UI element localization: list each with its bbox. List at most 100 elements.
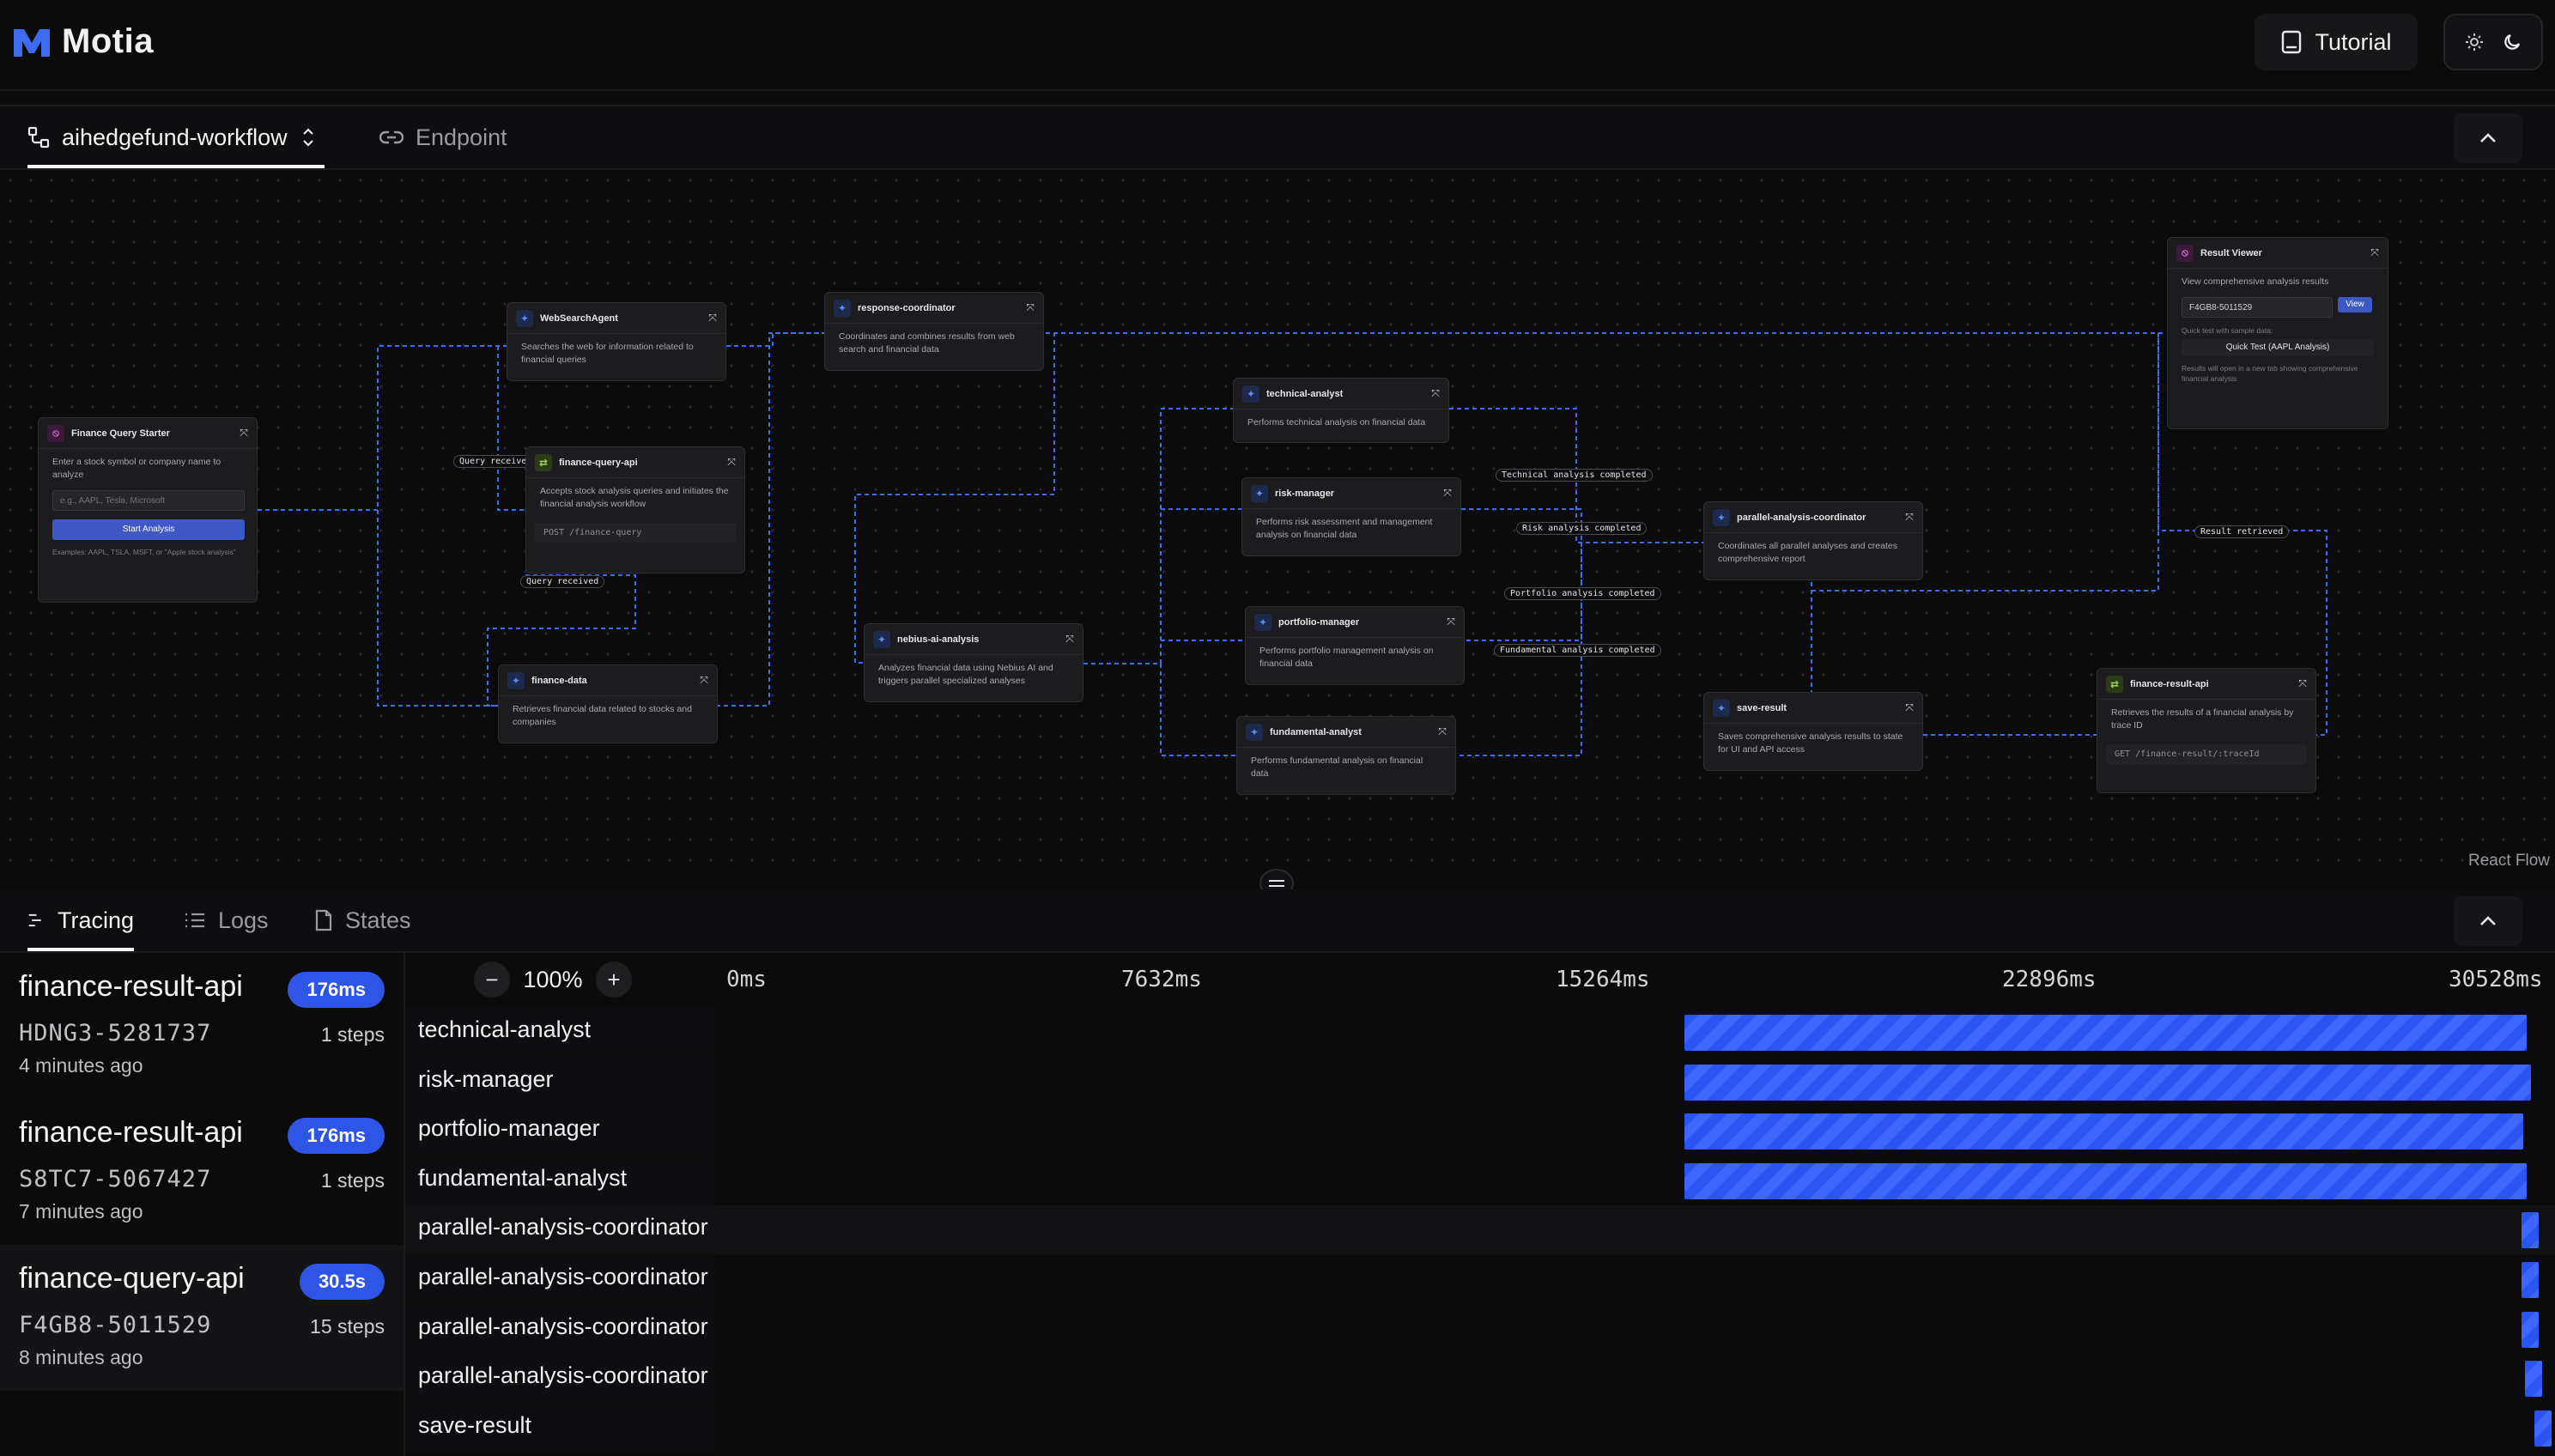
- start-analysis-button[interactable]: Start Analysis: [52, 519, 245, 540]
- node-fundamental-analyst[interactable]: ✦ fundamental-analyst ⤧ Performs fundamen…: [1236, 716, 1456, 795]
- tracing-label: Tracing: [57, 907, 134, 933]
- node-portfolio-manager[interactable]: ✦ portfolio-manager ⤧ Performs portfolio …: [1245, 606, 1465, 685]
- moon-icon[interactable]: [2502, 32, 2522, 52]
- collapse-bottom-panel-button[interactable]: [2454, 896, 2522, 946]
- minus-icon: −: [485, 966, 499, 992]
- node-finance-query-api[interactable]: ⇄ finance-query-api ⤧ Accepts stock analy…: [525, 446, 745, 573]
- trace-timestamp: 8 minutes ago: [19, 1346, 143, 1368]
- trace-timestamp: 7 minutes ago: [19, 1200, 143, 1222]
- expand-icon[interactable]: ⤧: [2369, 246, 2381, 258]
- flow-tabs: aihedgefund-workflow Endpoint: [0, 106, 2555, 170]
- expand-icon[interactable]: ⤧: [1445, 616, 1457, 628]
- timeline-row[interactable]: save-result: [405, 1404, 2555, 1453]
- expand-icon[interactable]: ⤧: [238, 427, 250, 439]
- noop-icon: ⦸: [2176, 244, 2194, 262]
- sun-icon[interactable]: [2464, 32, 2485, 52]
- expand-icon[interactable]: ⤧: [1903, 701, 1915, 713]
- zoom-in-button[interactable]: +: [596, 962, 632, 998]
- trace-item-selected[interactable]: finance-query-api 30.5s F4GB8-5011529 15…: [0, 1245, 404, 1391]
- expand-icon[interactable]: ⤧: [1064, 633, 1076, 645]
- tab-logs[interactable]: Logs: [184, 889, 269, 951]
- node-title: parallel-analysis-coordinator: [1737, 512, 1866, 523]
- timeline-row[interactable]: parallel-analysis-coordinator: [405, 1205, 2555, 1254]
- node-finance-result-api[interactable]: ⇄ finance-result-api ⤧ Retrieves the resu…: [2097, 668, 2316, 793]
- node-title: portfolio-manager: [1278, 616, 1360, 628]
- node-description: Coordinates all parallel analyses and cr…: [1718, 541, 1897, 564]
- chevron-up-icon: [2480, 133, 2496, 143]
- step-bar[interactable]: [2534, 1410, 2552, 1447]
- node-description: Enter a stock symbol or company name to …: [52, 457, 222, 480]
- tab-endpoint[interactable]: Endpoint: [379, 106, 517, 168]
- book-icon: [2282, 30, 2302, 54]
- expand-icon[interactable]: ⤧: [1024, 301, 1036, 313]
- trace-item[interactable]: finance-result-api 176ms S8TC7-5067427 1…: [0, 1099, 404, 1245]
- quick-test-button[interactable]: Quick Test (AAPL Analysis): [2182, 339, 2374, 356]
- tutorial-button[interactable]: Tutorial: [2255, 14, 2418, 70]
- step-name: portfolio-manager: [418, 1115, 600, 1141]
- trace-steps: 15 steps: [310, 1315, 385, 1338]
- expand-icon[interactable]: ⤧: [2297, 677, 2309, 689]
- timeline-row[interactable]: parallel-analysis-coordinator: [405, 1305, 2555, 1354]
- motia-logo[interactable]: Motia: [12, 22, 154, 61]
- expand-icon[interactable]: ⤧: [1429, 387, 1441, 399]
- timeline-row[interactable]: portfolio-manager: [405, 1107, 2555, 1156]
- step-bar[interactable]: [2522, 1212, 2540, 1248]
- stock-symbol-input[interactable]: [52, 490, 245, 511]
- timeline-row[interactable]: parallel-analysis-coordinator: [405, 1255, 2555, 1304]
- node-risk-manager[interactable]: ✦ risk-manager ⤧ Performs risk assessment…: [1241, 477, 1461, 556]
- step-bar[interactable]: [2522, 1312, 2540, 1348]
- step-bar[interactable]: [1684, 1065, 2531, 1101]
- timeline-row[interactable]: fundamental-analyst: [405, 1156, 2555, 1205]
- event-icon: ✦: [834, 299, 851, 317]
- step-bar[interactable]: [1684, 1015, 2528, 1051]
- node-technical-analyst[interactable]: ✦ technical-analyst ⤧ Performs technical …: [1233, 378, 1449, 443]
- timeline-row[interactable]: parallel-analysis-coordinator: [405, 1354, 2555, 1403]
- node-result-viewer[interactable]: ⦸ Result Viewer ⤧ View comprehensive anal…: [2167, 237, 2388, 429]
- flow-canvas[interactable]: Query received Query received Technical …: [0, 170, 2555, 876]
- trace-id: S8TC7-5067427: [19, 1166, 212, 1192]
- node-description: Retrieves the results of a financial ana…: [2111, 707, 2294, 731]
- trace-item[interactable]: finance-result-api 176ms HDNG3-5281737 1…: [0, 953, 404, 1099]
- node-parallel-analysis-coordinator[interactable]: ✦ parallel-analysis-coordinator ⤧ Coordin…: [1703, 501, 1923, 580]
- flow-panel: aihedgefund-workflow Endpoint Query rece…: [0, 105, 2555, 876]
- theme-toggle[interactable]: [2443, 14, 2543, 70]
- trace-id-input[interactable]: [2182, 297, 2333, 318]
- trace-name: finance-query-api: [19, 1262, 245, 1295]
- expand-icon[interactable]: ⤧: [707, 312, 719, 324]
- step-bar[interactable]: [1684, 1163, 2528, 1199]
- step-bar[interactable]: [2525, 1361, 2543, 1397]
- trace-name: finance-result-api: [19, 970, 243, 1003]
- event-icon: ✦: [1713, 699, 1730, 717]
- view-button[interactable]: View: [2338, 297, 2372, 312]
- expand-icon[interactable]: ⤧: [1903, 511, 1915, 523]
- timeline-row[interactable]: technical-analyst: [405, 1008, 2555, 1057]
- timeline-axis: − 100% + 0ms 7632ms 15264ms 22896ms 3052…: [405, 953, 2555, 1008]
- collapse-flow-button[interactable]: [2454, 113, 2522, 163]
- step-bar[interactable]: [1684, 1113, 2524, 1150]
- node-nebius-ai-analysis[interactable]: ✦ nebius-ai-analysis ⤧ Analyzes financial…: [864, 623, 1083, 702]
- node-finance-data[interactable]: ✦ finance-data ⤧ Retrieves financial data…: [498, 664, 718, 743]
- step-bar[interactable]: [2522, 1262, 2540, 1298]
- drag-handle-icon: [1269, 880, 1284, 887]
- expand-icon[interactable]: ⤧: [698, 674, 710, 686]
- expand-icon[interactable]: ⤧: [1441, 487, 1453, 499]
- trace-timeline: − 100% + 0ms 7632ms 15264ms 22896ms 3052…: [405, 953, 2555, 1456]
- node-response-coordinator[interactable]: ✦ response-coordinator ⤧ Coordinates and …: [824, 292, 1044, 371]
- expand-icon[interactable]: ⤧: [1436, 725, 1448, 737]
- tab-workflow[interactable]: aihedgefund-workflow: [27, 106, 325, 168]
- react-flow-attribution[interactable]: React Flow: [2468, 852, 2550, 871]
- edge-label: Fundamental analysis completed: [1494, 644, 1661, 657]
- node-description: Performs portfolio management analysis o…: [1259, 646, 1434, 669]
- node-finance-query-starter[interactable]: ⦸ Finance Query Starter ⤧ Enter a stock s…: [38, 417, 258, 603]
- tab-tracing[interactable]: Tracing: [27, 889, 134, 951]
- node-title: nebius-ai-analysis: [897, 634, 980, 645]
- node-save-result[interactable]: ✦ save-result ⤧ Saves comprehensive analy…: [1703, 692, 1923, 771]
- expand-icon[interactable]: ⤧: [725, 456, 737, 468]
- step-name: parallel-analysis-coordinator: [418, 1214, 708, 1240]
- timeline-row[interactable]: risk-manager: [405, 1058, 2555, 1107]
- tab-states[interactable]: States: [314, 889, 411, 951]
- node-title: Finance Query Starter: [71, 428, 170, 439]
- zoom-out-button[interactable]: −: [474, 962, 510, 998]
- node-websearch-agent[interactable]: ✦ WebSearchAgent ⤧ Searches the web for i…: [507, 302, 726, 381]
- node-description: Analyzes financial data using Nebius AI …: [878, 663, 1053, 686]
